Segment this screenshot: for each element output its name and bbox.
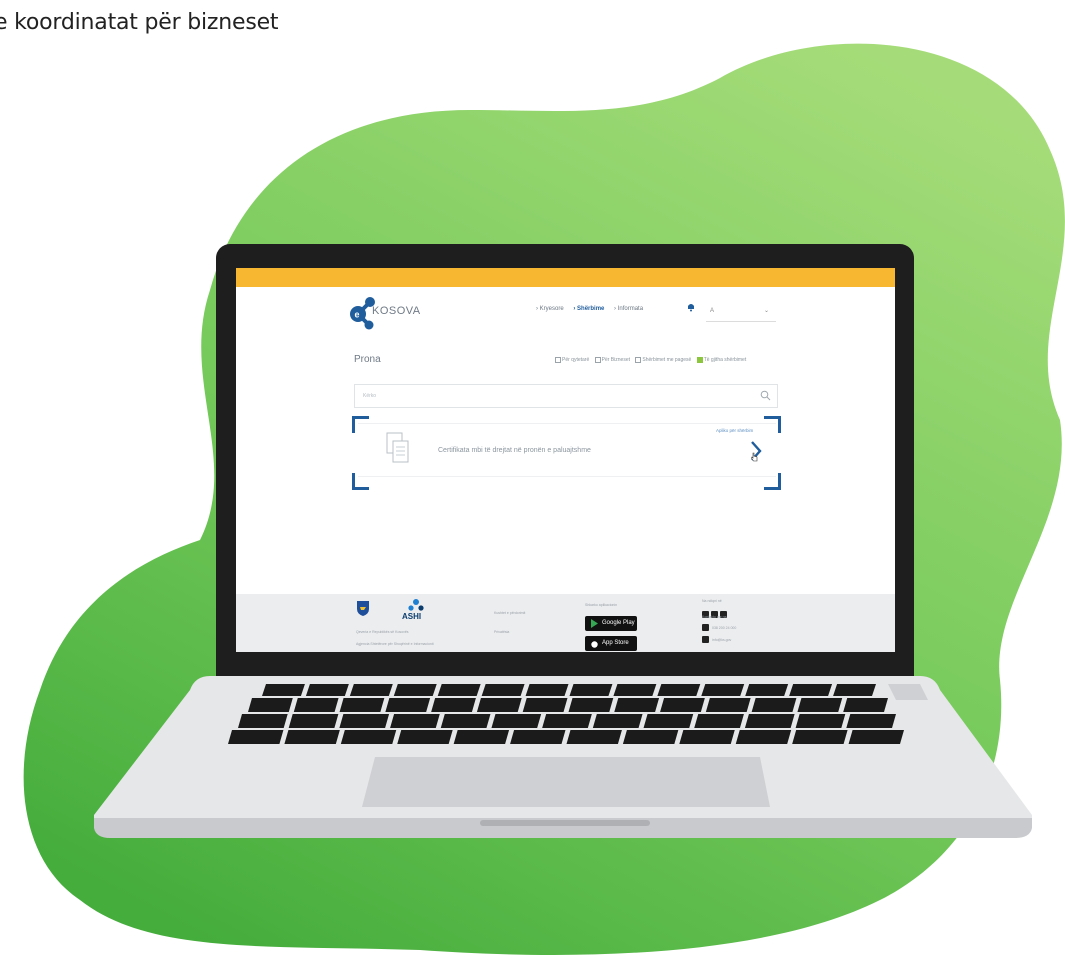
keyboard-key — [613, 684, 657, 696]
keyboard-key — [491, 714, 542, 728]
keyboard-key — [657, 684, 701, 696]
keyboard-key — [393, 684, 437, 696]
keyboard-key — [437, 684, 481, 696]
keyboard-key — [846, 714, 896, 728]
keyboard-key — [745, 684, 789, 696]
keyboard-key — [339, 714, 390, 728]
keyboard-key — [339, 698, 385, 712]
keyboard-key — [643, 714, 694, 728]
keyboard-key — [694, 714, 744, 728]
keyboard-key — [751, 698, 797, 712]
keyboard-key — [833, 684, 876, 696]
keyboard-key — [592, 714, 643, 728]
keyboard-key — [744, 714, 795, 728]
keyboard-key — [284, 730, 340, 744]
keyboard-key — [848, 730, 904, 744]
keyboard-key — [542, 714, 592, 728]
keyboard-key — [705, 698, 751, 712]
keyboard-key — [431, 698, 476, 712]
keyboard-key — [522, 698, 568, 712]
keyboard-key — [701, 684, 745, 696]
keyboard-key — [305, 684, 349, 696]
keyboard-key — [228, 730, 284, 744]
keyboard-key — [476, 698, 522, 712]
keyboard-key — [614, 698, 660, 712]
keyboard-key — [566, 730, 622, 744]
keyboard-key — [385, 698, 431, 712]
keyboard-key — [679, 730, 735, 744]
keyboard-key — [843, 698, 888, 712]
keyboard-key — [340, 730, 397, 744]
keyboard-key — [510, 730, 566, 744]
keyboard-key — [789, 684, 833, 696]
keyboard-key — [622, 730, 679, 744]
keyboard-key — [349, 684, 393, 696]
keyboard-key — [453, 730, 510, 744]
keyboard-key — [397, 730, 453, 744]
keyboard-key — [525, 684, 569, 696]
keyboard-key — [262, 684, 305, 696]
keyboard-key — [797, 698, 843, 712]
keyboard-key — [792, 730, 848, 744]
keyboard-key — [248, 698, 293, 712]
keyboard-key — [481, 684, 525, 696]
keyboard-key — [568, 698, 614, 712]
keyboard-key — [390, 714, 440, 728]
keyboard-key — [440, 714, 491, 728]
laptop-keyboard-deck — [94, 676, 1032, 838]
keyboard-key — [660, 698, 705, 712]
keyboard-key — [795, 714, 846, 728]
keyboard-key — [288, 714, 339, 728]
keyboard-key — [735, 730, 792, 744]
keyboard-key — [238, 714, 288, 728]
keyboard-key — [569, 684, 613, 696]
keyboard-key — [293, 698, 339, 712]
